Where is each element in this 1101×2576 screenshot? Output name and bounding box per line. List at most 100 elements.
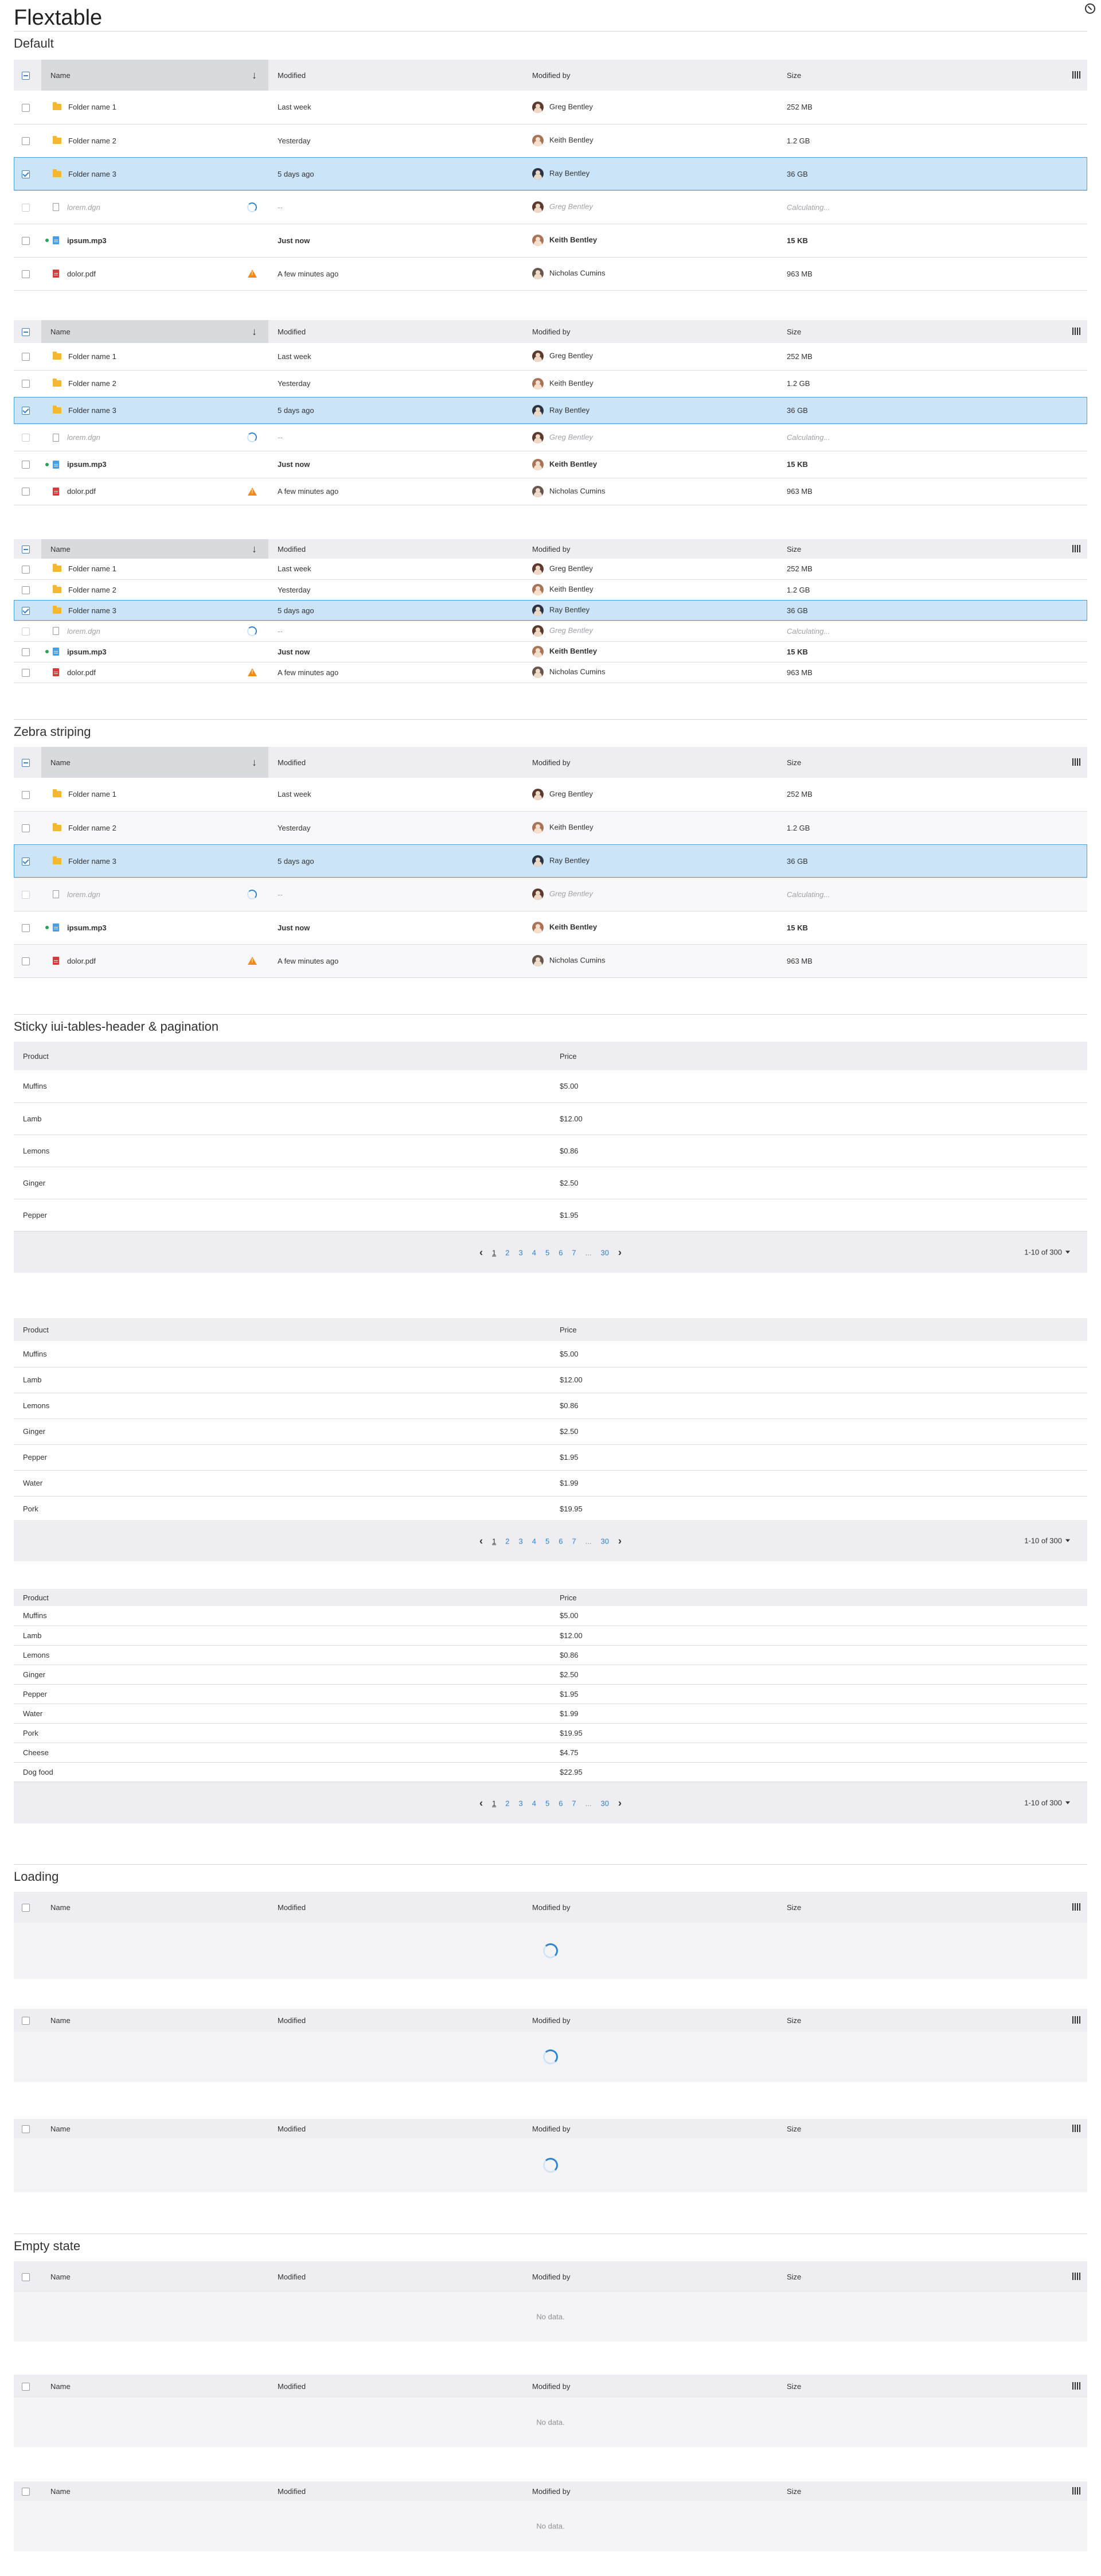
table-row[interactable]: Lamb $12.00 (14, 1102, 1087, 1135)
chevron-right-icon[interactable]: › (618, 1797, 622, 1809)
column-header-modified-by[interactable]: Modified by (523, 539, 778, 559)
column-header-modified-by[interactable]: Modified by (523, 320, 778, 343)
file-name[interactable]: lorem.dgn (67, 433, 100, 442)
file-name[interactable]: Folder name 3 (68, 857, 116, 866)
page-link[interactable]: 6 (559, 1537, 563, 1546)
table-row[interactable]: Ginger $2.50 (14, 1665, 1087, 1684)
column-header-name[interactable]: Name (41, 2375, 268, 2398)
row-select-cell[interactable] (14, 778, 41, 811)
table-row[interactable]: Folder name 2 Yesterday Keith Bentley 1.… (14, 579, 1087, 600)
column-header-modified[interactable]: Modified (268, 1892, 523, 1923)
column-header-modified-by[interactable]: Modified by (523, 2119, 778, 2138)
row-checkbox[interactable] (22, 890, 30, 899)
file-name[interactable]: Folder name 2 (68, 137, 116, 145)
table-row[interactable]: Folder name 3 5 days ago Ray Bentley 36 … (14, 397, 1087, 424)
page-link[interactable]: 30 (601, 1799, 609, 1807)
table-row[interactable]: Lemons $0.86 (14, 1645, 1087, 1665)
select-all-checkbox[interactable] (22, 2016, 30, 2025)
table-row[interactable]: dolor.pdf A few minutes ago Nicholas Cum… (14, 478, 1087, 505)
row-select-cell[interactable] (14, 878, 41, 911)
file-name[interactable]: Folder name 1 (68, 790, 116, 798)
row-select-cell[interactable] (14, 600, 41, 621)
row-checkbox[interactable] (22, 270, 30, 278)
page-link[interactable]: 4 (532, 1537, 536, 1546)
file-name[interactable]: ipsum.mp3 (67, 923, 107, 932)
row-checkbox[interactable] (22, 957, 30, 965)
table-row[interactable]: Folder name 3 5 days ago Ray Bentley 36 … (14, 157, 1087, 190)
row-checkbox[interactable] (22, 103, 30, 112)
table-row[interactable]: Folder name 3 5 days ago Ray Bentley 36 … (14, 844, 1087, 878)
chevron-left-icon[interactable]: ‹ (479, 1246, 483, 1258)
select-all-cell[interactable] (14, 2119, 41, 2138)
select-all-cell[interactable] (14, 60, 41, 91)
page-size-select[interactable]: 1-10 of 300 (1024, 1248, 1070, 1256)
column-manager-icon[interactable] (1072, 2016, 1080, 2024)
file-name[interactable]: lorem.dgn (67, 627, 100, 636)
product-table-scroll[interactable]: Product Price Muffins $5.00 Lamb $12.00 Lemon… (14, 1042, 1087, 1232)
file-name[interactable]: Folder name 1 (68, 564, 116, 573)
column-header-price[interactable]: Price (550, 1589, 1087, 1606)
row-select-cell[interactable] (14, 662, 41, 683)
table-row[interactable]: Lamb $12.00 (14, 1367, 1087, 1393)
table-row[interactable]: Pork $19.95 (14, 1496, 1087, 1520)
row-checkbox[interactable] (22, 824, 30, 832)
table-row[interactable]: Pork $19.95 (14, 1723, 1087, 1743)
column-header-name[interactable]: Name (41, 2119, 268, 2138)
row-checkbox[interactable] (22, 488, 30, 496)
table-row[interactable]: Water $1.99 (14, 1470, 1087, 1496)
column-manager-icon[interactable] (1072, 2382, 1080, 2390)
select-all-checkbox[interactable] (22, 2125, 30, 2133)
column-header-modified[interactable]: Modified (268, 2009, 523, 2032)
file-name[interactable]: Folder name 2 (68, 379, 116, 388)
table-row[interactable]: Lemons $0.86 (14, 1393, 1087, 1418)
row-checkbox[interactable] (22, 857, 30, 866)
select-all-checkbox[interactable] (22, 2273, 30, 2281)
column-manager-icon[interactable] (1072, 758, 1080, 766)
column-header-size[interactable]: Size (778, 2009, 1087, 2032)
table-row[interactable]: ipsum.mp3 Just now Keith Bentley 15 KB (14, 911, 1087, 944)
column-header-size[interactable]: Size (778, 320, 1087, 343)
file-name[interactable]: Folder name 3 (68, 406, 116, 415)
file-name[interactable]: ipsum.mp3 (67, 236, 107, 245)
column-header-modified[interactable]: Modified (268, 2481, 523, 2501)
table-row[interactable]: dolor.pdf A few minutes ago Nicholas Cum… (14, 662, 1087, 683)
table-row[interactable]: ipsum.mp3 Just now Keith Bentley 15 KB (14, 641, 1087, 662)
column-header-modified[interactable]: Modified (268, 2261, 523, 2292)
column-header-size[interactable]: Size (778, 1892, 1087, 1923)
table-row[interactable]: Muffins $5.00 (14, 1070, 1087, 1102)
row-select-cell[interactable] (14, 224, 41, 257)
table-row[interactable]: lorem.dgn -- Greg Bentley Calculating... (14, 878, 1087, 911)
table-row[interactable]: Muffins $5.00 (14, 1606, 1087, 1626)
table-row[interactable]: dolor.pdf A few minutes ago Nicholas Cum… (14, 257, 1087, 290)
row-checkbox[interactable] (22, 170, 30, 178)
column-header-modified[interactable]: Modified (268, 2119, 523, 2138)
table-row[interactable]: Cheese $4.75 (14, 1743, 1087, 1762)
column-header-name[interactable]: Name ↓ (41, 60, 268, 91)
sort-arrow-down-icon[interactable]: ↓ (252, 69, 257, 81)
file-name[interactable]: dolor.pdf (67, 270, 96, 278)
page-link[interactable]: 30 (601, 1537, 609, 1546)
page-link[interactable]: 5 (545, 1537, 549, 1546)
column-manager-icon[interactable] (1072, 71, 1080, 79)
select-all-checkbox[interactable] (22, 758, 30, 767)
page-link[interactable]: 1 (492, 1537, 496, 1546)
row-select-cell[interactable] (14, 451, 41, 478)
table-row[interactable]: lorem.dgn -- Greg Bentley Calculating... (14, 190, 1087, 224)
page-size-select[interactable]: 1-10 of 300 (1024, 1537, 1070, 1545)
column-header-product[interactable]: Product (14, 1589, 550, 1606)
page-link[interactable]: 7 (572, 1799, 576, 1807)
sort-arrow-down-icon[interactable]: ↓ (252, 326, 257, 338)
column-header-name[interactable]: Name (41, 1892, 268, 1923)
table-row[interactable]: Ginger $2.50 (14, 1418, 1087, 1444)
column-header-modified-by[interactable]: Modified by (523, 1892, 778, 1923)
column-header-size[interactable]: Size (778, 2261, 1087, 2292)
select-all-checkbox[interactable] (22, 328, 30, 336)
column-header-name[interactable]: Name ↓ (41, 747, 268, 778)
page-link[interactable]: 5 (545, 1799, 549, 1807)
file-name[interactable]: Folder name 3 (68, 170, 116, 178)
select-all-cell[interactable] (14, 1892, 41, 1923)
file-name[interactable]: Folder name 1 (68, 103, 116, 111)
row-select-cell[interactable] (14, 621, 41, 641)
table-row[interactable]: Folder name 1 Last week Greg Bentley 252… (14, 343, 1087, 370)
select-all-cell[interactable] (14, 320, 41, 343)
